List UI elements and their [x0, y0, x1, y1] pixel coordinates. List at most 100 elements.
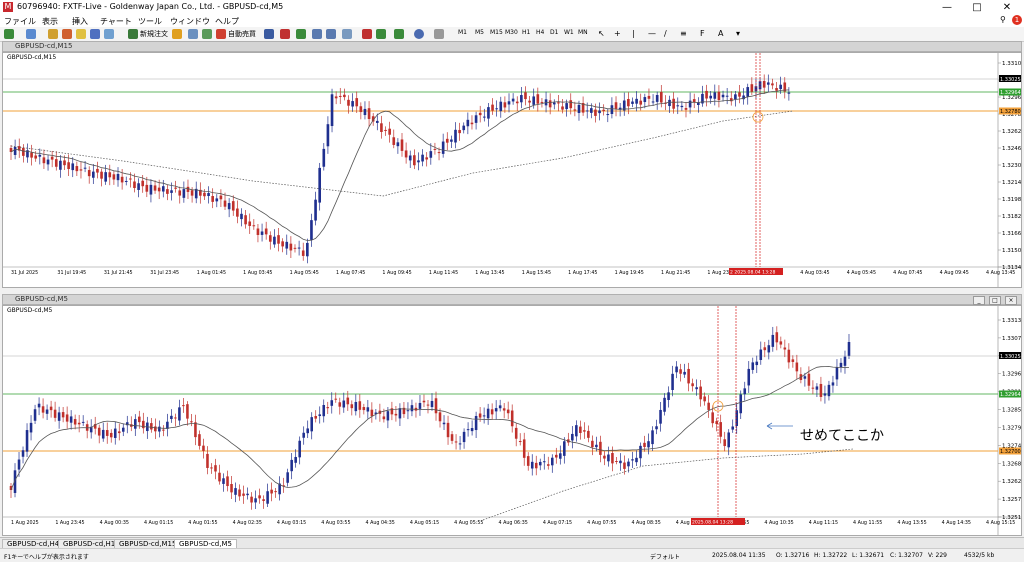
timeframe-m1[interactable]: M1	[458, 29, 467, 36]
timeframe-d1[interactable]: D1	[550, 29, 558, 36]
new-order-icon[interactable]	[128, 29, 138, 39]
line-chart-icon[interactable]	[296, 29, 306, 39]
price-label: 1.32570	[1002, 497, 1021, 503]
vertical-line-icon[interactable]: |	[632, 29, 635, 38]
templates-icon[interactable]	[434, 29, 444, 39]
candle-body	[739, 394, 743, 414]
text-icon[interactable]: A	[718, 29, 723, 38]
menu-file[interactable]: ファイル	[4, 16, 36, 27]
candle-body	[22, 147, 25, 156]
trendline-icon[interactable]: ∕	[664, 29, 667, 38]
close-button[interactable]: ✕	[992, 0, 1022, 15]
candle-body	[746, 87, 750, 97]
candle-body	[170, 415, 173, 420]
candle-body	[227, 203, 231, 210]
price-label: 1.31660	[1002, 231, 1021, 237]
auto-trade-status-icon[interactable]	[216, 29, 226, 39]
price-label: 1.32620	[1002, 129, 1021, 135]
timeframe-mn[interactable]: MN	[578, 29, 588, 36]
candle-body	[482, 116, 486, 118]
zoom-in-icon[interactable]	[312, 29, 322, 39]
candle-body	[421, 154, 424, 162]
channel-icon[interactable]: ≡	[680, 29, 687, 38]
indicators-icon[interactable]	[394, 29, 404, 39]
candle-body	[511, 98, 515, 102]
timeframe-m30[interactable]: M30	[505, 29, 518, 36]
candle-body	[392, 137, 396, 145]
price-label: 1.31500	[1002, 248, 1021, 254]
candle-body	[598, 110, 601, 114]
minimize-button[interactable]: —	[932, 0, 962, 15]
timeframe-h4[interactable]: H4	[536, 29, 544, 36]
market-watch-icon[interactable]	[48, 29, 58, 39]
candle-body	[285, 241, 289, 249]
candle-body	[577, 104, 581, 114]
menu-window[interactable]: ウィンドウ	[170, 16, 210, 27]
notification-icon[interactable]: 1	[1012, 15, 1022, 25]
time-label: 4 Aug 06:35	[499, 520, 528, 526]
menu-insert[interactable]: 挿入	[72, 16, 88, 27]
timeframe-m5[interactable]: M5	[475, 29, 484, 36]
autoscroll-icon[interactable]	[362, 29, 372, 39]
candle-body	[54, 159, 58, 167]
timeframe-m15[interactable]: M15	[490, 29, 503, 36]
zoom-out-icon[interactable]	[326, 29, 336, 39]
candle-body	[116, 173, 120, 181]
candle-body	[442, 422, 446, 425]
tile-windows-icon[interactable]	[342, 29, 352, 39]
time-label: 1 Aug 13:45	[475, 270, 504, 276]
menu-view[interactable]: 表示	[42, 16, 58, 27]
chart-restore-button[interactable]: □	[989, 296, 1001, 305]
profiles-icon[interactable]	[26, 29, 36, 39]
top-chart[interactable]: GBPUSD-cd,M15 1.331001.330251.329641.327…	[2, 52, 1022, 288]
bottom-chart-plot: 1.331301.330751.330251.329651.329101.328…	[3, 306, 1021, 535]
candle-chart-icon[interactable]	[280, 29, 290, 39]
chart-minimize-button[interactable]: _	[973, 296, 985, 305]
timeframe-w1[interactable]: W1	[564, 29, 574, 36]
candle-body	[503, 102, 507, 108]
bottom-chart[interactable]: GBPUSD-cd,M5 1.331301.330751.330251.3296…	[2, 305, 1022, 536]
candle-body	[262, 499, 265, 501]
status-profile: デフォルト	[650, 554, 681, 561]
candle-body	[81, 421, 85, 423]
candle-body	[370, 409, 374, 417]
menu-tools[interactable]: ツール	[138, 16, 162, 27]
new-chart-icon[interactable]	[4, 29, 14, 39]
bar-chart-icon[interactable]	[264, 29, 274, 39]
candle-body	[264, 228, 268, 235]
periods-icon[interactable]	[414, 29, 424, 39]
menu-chart[interactable]: チャート	[100, 16, 132, 27]
tester-icon[interactable]	[104, 29, 114, 39]
chart-close-button[interactable]: ×	[1005, 296, 1017, 305]
candle-body	[474, 115, 478, 123]
menu-help[interactable]: ヘルプ	[215, 16, 239, 27]
strategy-icon[interactable]	[188, 29, 198, 39]
auto-trade-button[interactable]: 自動売買	[228, 29, 256, 39]
candle-body	[206, 453, 209, 468]
chart-shift-icon[interactable]	[376, 29, 386, 39]
search-icon[interactable]: ⚲	[1000, 15, 1009, 24]
candle-body	[211, 196, 214, 202]
shapes-icon[interactable]: ▾	[736, 29, 740, 38]
data-window-icon[interactable]	[62, 29, 72, 39]
timeframe-h1[interactable]: H1	[522, 29, 530, 36]
candle-body	[408, 155, 412, 161]
fibo-icon[interactable]: F	[700, 29, 705, 38]
moving-average-line	[10, 89, 789, 241]
terminal-icon[interactable]	[90, 29, 100, 39]
candle-body	[129, 178, 132, 180]
crosshair-icon[interactable]: +	[614, 29, 621, 38]
navigator-icon[interactable]	[76, 29, 86, 39]
candle-body	[174, 417, 177, 419]
horizontal-line-icon[interactable]: —	[648, 29, 656, 38]
auto-trade-icon[interactable]	[202, 29, 212, 39]
cursor-icon[interactable]: ↖	[598, 29, 605, 38]
new-order-button[interactable]: 新規注文	[140, 29, 168, 39]
maximize-button[interactable]: □	[962, 0, 992, 15]
candle-body	[466, 429, 470, 431]
candle-body	[186, 404, 189, 419]
candle-body	[695, 387, 698, 390]
ide-icon[interactable]	[172, 29, 182, 39]
candle-body	[258, 495, 261, 499]
candle-body	[398, 408, 402, 419]
